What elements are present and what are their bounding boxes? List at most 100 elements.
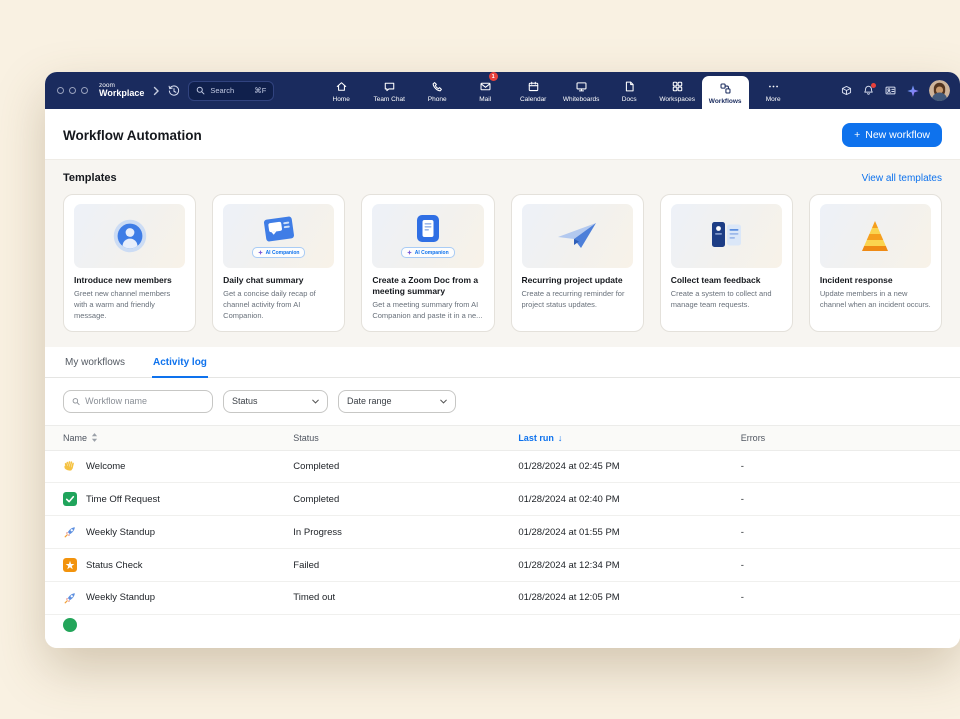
template-card-desc: Create a recurring reminder for project … <box>522 289 633 311</box>
docs-icon <box>623 80 636 93</box>
new-workflow-button[interactable]: + New workflow <box>842 123 942 147</box>
date-range-filter-dropdown[interactable]: Date range <box>338 390 456 413</box>
home-icon <box>335 80 348 93</box>
nav-whiteboards[interactable]: Whiteboards <box>558 72 605 109</box>
template-card-daily-chat-summary[interactable]: AI Companion Daily chat summary Get a co… <box>212 194 345 332</box>
nav-workflows-label: Workflows <box>709 98 742 105</box>
contact-card-icon[interactable] <box>884 84 897 97</box>
window-controls[interactable] <box>57 87 88 94</box>
workflow-last-run: 01/28/2024 at 12:05 PM <box>518 592 740 603</box>
filters-row: Status Date range <box>45 378 960 425</box>
nav-calendar-label: Calendar <box>520 96 546 103</box>
window-close-button[interactable] <box>57 87 64 94</box>
ai-companion-sparkle-icon[interactable] <box>906 84 920 98</box>
search-placeholder-text: Search <box>210 86 249 95</box>
nav-workspaces-label: Workspaces <box>659 96 695 103</box>
template-card-incident-response[interactable]: Incident response Update members in a ne… <box>809 194 942 332</box>
user-avatar[interactable] <box>929 80 950 101</box>
global-search-input[interactable]: Search ⌘F <box>188 81 274 101</box>
column-header-last-run[interactable]: Last run ↓ <box>518 433 740 443</box>
template-card-zoom-doc[interactable]: AI Companion Create a Zoom Doc from a me… <box>361 194 494 332</box>
column-header-status: Status <box>293 433 518 443</box>
table-row[interactable]: Status Check Failed 01/28/2024 at 12:34 … <box>45 549 960 582</box>
workflow-status: Completed <box>293 494 518 505</box>
sparkle-icon <box>407 250 412 255</box>
sparkle-icon <box>258 250 263 255</box>
nav-workflows[interactable]: Workflows <box>702 76 749 109</box>
column-header-name[interactable]: Name <box>63 433 293 443</box>
orange-star-icon <box>63 558 77 572</box>
nav-more[interactable]: More <box>750 72 797 109</box>
column-header-errors: Errors <box>741 433 942 443</box>
table-row[interactable]: Welcome Completed 01/28/2024 at 02:45 PM… <box>45 451 960 484</box>
app-window: zoom Workplace Search ⌘F <box>45 72 960 648</box>
template-card-desc: Get a meeting summary from AI Companion … <box>372 300 483 322</box>
nav-phone[interactable]: Phone <box>414 72 461 109</box>
tab-my-workflows[interactable]: My workflows <box>64 347 126 378</box>
topbar-left: zoom Workplace Search ⌘F <box>57 72 274 109</box>
view-all-templates-link[interactable]: View all templates <box>862 173 942 184</box>
template-card-desc: Get a concise daily recap of channel act… <box>223 289 334 322</box>
nav-team-chat[interactable]: Team Chat <box>366 72 413 109</box>
table-row[interactable] <box>45 615 960 648</box>
green-check-icon <box>63 492 77 506</box>
sidebar-expand-chevron[interactable] <box>152 86 160 96</box>
table-row[interactable]: Weekly Standup Timed out 01/28/2024 at 1… <box>45 582 960 615</box>
apps-box-icon[interactable] <box>840 84 853 97</box>
tab-activity-log[interactable]: Activity log <box>152 347 208 378</box>
feedback-clipboard-icon <box>704 219 748 253</box>
workflow-errors: - <box>741 592 942 603</box>
table-row[interactable]: Weekly Standup In Progress 01/28/2024 at… <box>45 516 960 549</box>
template-card-art <box>522 204 633 268</box>
template-card-title: Recurring project update <box>522 275 633 286</box>
workflow-name: Weekly Standup <box>86 592 155 603</box>
status-filter-dropdown[interactable]: Status <box>223 390 328 413</box>
workflow-name-input[interactable] <box>85 396 204 406</box>
workflow-errors: - <box>741 527 942 538</box>
history-icon[interactable] <box>167 84 181 98</box>
nav-workspaces[interactable]: Workspaces <box>654 72 701 109</box>
chevron-down-icon <box>440 399 447 404</box>
workspaces-icon <box>671 80 684 93</box>
workflow-name: Status Check <box>86 560 143 571</box>
status-filter-label: Status <box>232 396 258 406</box>
mail-icon <box>479 80 492 93</box>
template-card-desc: Greet new channel members with a warm an… <box>74 289 185 322</box>
page-title: Workflow Automation <box>63 128 202 143</box>
template-card-introduce-members[interactable]: Introduce new members Greet new channel … <box>63 194 196 332</box>
workflow-errors: - <box>741 494 942 505</box>
nav-home[interactable]: Home <box>318 72 365 109</box>
template-card-recurring-update[interactable]: Recurring project update Create a recurr… <box>511 194 644 332</box>
nav-calendar[interactable]: Calendar <box>510 72 557 109</box>
template-card-collect-feedback[interactable]: Collect team feedback Create a system to… <box>660 194 793 332</box>
topbar-right <box>840 72 950 109</box>
notifications-bell-icon[interactable] <box>862 84 875 97</box>
window-minimize-button[interactable] <box>69 87 76 94</box>
template-card-title: Introduce new members <box>74 275 185 286</box>
topbar: zoom Workplace Search ⌘F <box>45 72 960 109</box>
window-maximize-button[interactable] <box>81 87 88 94</box>
notification-dot <box>871 83 876 88</box>
template-card-title: Create a Zoom Doc from a meeting summary <box>372 275 483 297</box>
workflow-name-search[interactable] <box>63 390 213 413</box>
person-circle-icon <box>109 215 151 257</box>
template-card-art <box>74 204 185 268</box>
nav-mail[interactable]: 1 Mail <box>462 72 509 109</box>
sort-icon <box>91 433 98 442</box>
template-card-art: AI Companion <box>372 204 483 268</box>
workflow-status: Failed <box>293 560 518 571</box>
search-shortcut-hint: ⌘F <box>254 86 266 95</box>
more-icon <box>767 80 780 93</box>
table-row[interactable]: Time Off Request Completed 01/28/2024 at… <box>45 483 960 516</box>
workflow-tabs: My workflows Activity log <box>45 347 960 378</box>
workflow-name: Welcome <box>86 461 125 472</box>
workflow-errors: - <box>741 461 942 472</box>
mail-unread-badge: 1 <box>489 72 498 81</box>
workflow-last-run: 01/28/2024 at 02:45 PM <box>518 461 740 472</box>
template-card-art <box>671 204 782 268</box>
template-card-art: AI Companion <box>223 204 334 268</box>
nav-team-chat-label: Team Chat <box>373 96 404 103</box>
ai-companion-badge: AI Companion <box>401 247 454 258</box>
nav-docs[interactable]: Docs <box>606 72 653 109</box>
nav-phone-label: Phone <box>428 96 447 103</box>
